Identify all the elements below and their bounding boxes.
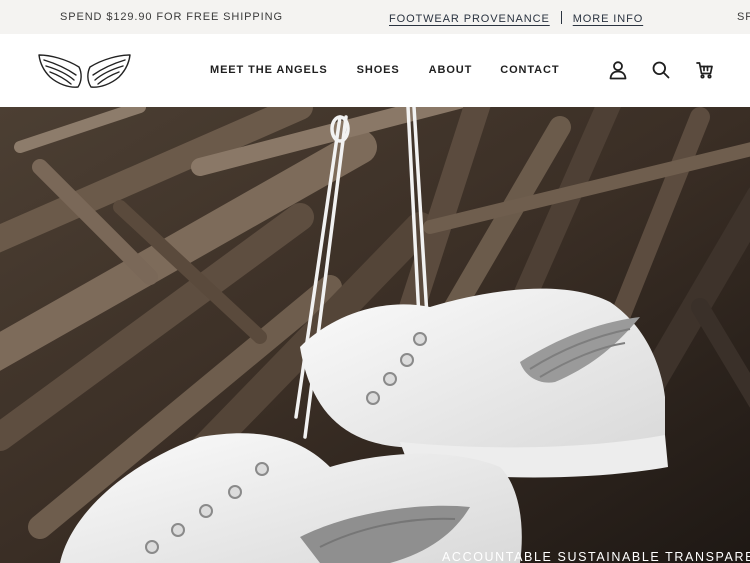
announcement-bar: Spend $129.90 for free shipping Footwear… xyxy=(0,0,750,34)
search-icon[interactable] xyxy=(651,60,671,80)
shipping-message-repeat: Sp xyxy=(737,11,750,23)
hero-image xyxy=(0,107,750,563)
cart-icon[interactable] xyxy=(695,60,715,80)
nav-shoes[interactable]: Shoes xyxy=(357,64,400,76)
nav-contact[interactable]: Contact xyxy=(500,64,559,76)
more-info-link[interactable]: More Info xyxy=(573,13,643,25)
hero-caption: Accountable Sustainable Transparent xyxy=(442,550,750,563)
site-header: Meet the Angels Shoes About Contact xyxy=(0,34,750,107)
divider xyxy=(560,11,562,24)
footwear-provenance-link[interactable]: Footwear Provenance xyxy=(389,13,550,25)
shipping-message: Spend $129.90 for free shipping xyxy=(60,11,283,23)
provenance-message: Footwear Provenance More Info xyxy=(389,11,643,25)
main-nav: Meet the Angels Shoes About Contact xyxy=(210,64,560,76)
nav-about[interactable]: About xyxy=(429,64,473,76)
angel-wings-icon[interactable] xyxy=(36,51,133,91)
hero-banner[interactable]: Accountable Sustainable Transparent xyxy=(0,107,750,563)
nav-meet-the-angels[interactable]: Meet the Angels xyxy=(210,64,328,76)
account-icon[interactable] xyxy=(608,60,628,80)
